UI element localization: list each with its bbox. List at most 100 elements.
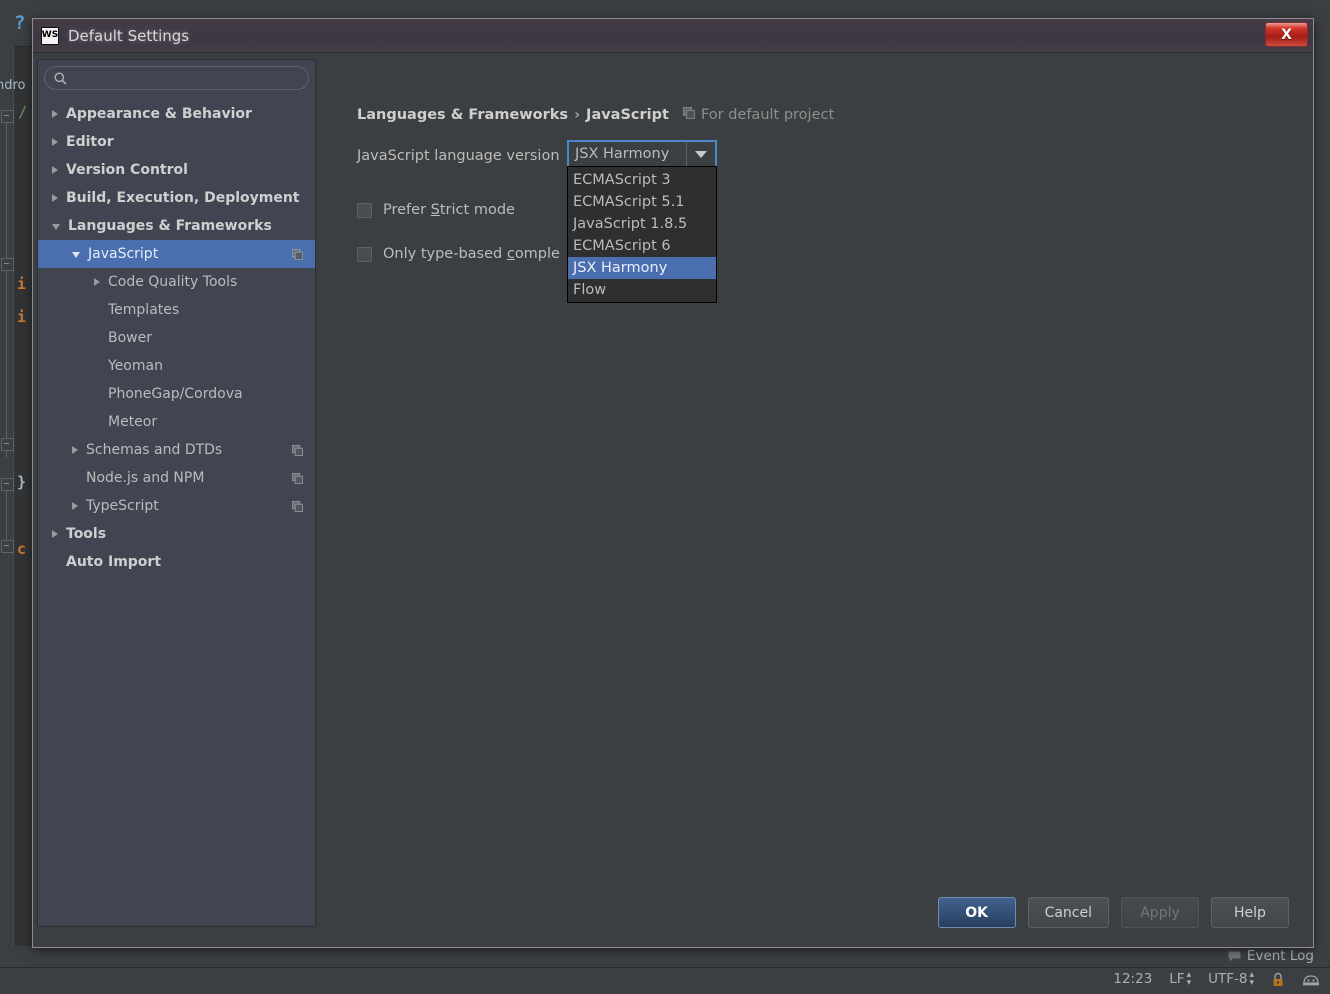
search-icon	[54, 72, 67, 85]
language-version-value: JSX Harmony	[575, 146, 670, 162]
breadcrumb-root[interactable]: Languages & Frameworks	[357, 107, 568, 123]
label-mnemonic: c	[506, 246, 515, 262]
language-version-combobox[interactable]: JSX Harmony	[567, 140, 717, 168]
dialog-title-bar[interactable]: WS Default Settings X	[33, 19, 1313, 53]
event-log-bar: Event Log	[0, 946, 1330, 968]
sidebar-item-auto-import[interactable]: Auto Import	[38, 548, 315, 576]
prefer-strict-mode-checkbox[interactable]	[357, 202, 372, 218]
webstorm-logo-label: WS	[41, 29, 59, 40]
dialog-title: Default Settings	[68, 26, 190, 45]
sidebar-item-languages-frameworks[interactable]: Languages & Frameworks	[38, 212, 315, 240]
search-box[interactable]	[44, 66, 309, 90]
sidebar-item-typescript[interactable]: TypeScript	[38, 492, 315, 520]
prefer-strict-mode-row[interactable]: Prefer Strict mode	[357, 202, 515, 218]
ok-button[interactable]: OK	[937, 897, 1016, 928]
chevron-right-icon[interactable]	[52, 530, 58, 538]
ide-gutter	[0, 46, 14, 968]
dropdown-option-ecmascript-5-1[interactable]: ECMAScript 5.1	[568, 191, 716, 213]
sidebar-item-yeoman[interactable]: Yeoman	[38, 352, 315, 380]
code-token: }	[17, 473, 27, 491]
code-token: c	[17, 540, 27, 558]
sidebar-item-version-control[interactable]: Version Control	[38, 156, 315, 184]
settings-tree: Appearance & Behavior Editor Version Contr…	[38, 98, 315, 576]
ide-editor-tab-label: ndro	[0, 78, 26, 93]
breadcrumb-separator: ›	[574, 107, 581, 123]
chevron-right-icon[interactable]	[52, 110, 58, 118]
dropdown-option-jsx-harmony[interactable]: JSX Harmony	[568, 257, 716, 279]
sidebar-item-tools[interactable]: Tools	[38, 520, 315, 548]
dialog-button-row: OK Cancel Apply Help	[937, 897, 1289, 928]
sidebar-item-appearance-behavior[interactable]: Appearance & Behavior	[38, 100, 315, 128]
sidebar-item-label: PhoneGap/Cordova	[108, 386, 243, 402]
code-fold-toggle[interactable]	[1, 540, 14, 553]
copy-scope-icon[interactable]	[292, 444, 303, 456]
event-log-button[interactable]: Event Log	[1228, 946, 1330, 964]
chevron-down-icon[interactable]	[72, 252, 80, 258]
sidebar-item-code-quality-tools[interactable]: Code Quality Tools	[38, 268, 315, 296]
settings-detail-pane: Languages & Frameworks › JavaScript For …	[325, 59, 1309, 927]
sidebar-item-templates[interactable]: Templates	[38, 296, 315, 324]
language-version-dropdown-list[interactable]: ECMAScript 3 ECMAScript 5.1 JavaScript 1.8…	[567, 166, 717, 303]
lock-icon[interactable]	[1271, 972, 1285, 987]
sidebar-item-phonegap-cordova[interactable]: PhoneGap/Cordova	[38, 380, 315, 408]
search-input[interactable]	[73, 70, 308, 86]
code-fold-line	[6, 118, 7, 258]
question-mark-icon: ?	[14, 12, 26, 34]
default-settings-dialog: WS Default Settings X Appearance & Behav…	[32, 18, 1314, 948]
chevron-right-icon[interactable]	[52, 194, 58, 202]
dropdown-option-ecmascript-3[interactable]: ECMAScript 3	[568, 169, 716, 191]
chevron-right-icon[interactable]	[72, 446, 78, 454]
chevron-right-icon[interactable]	[52, 138, 58, 146]
sidebar-item-label: Node.js and NPM	[86, 470, 205, 486]
apply-button: Apply	[1121, 897, 1199, 928]
sidebar-item-meteor[interactable]: Meteor	[38, 408, 315, 436]
code-token: i	[17, 308, 27, 326]
code-token: /	[18, 103, 28, 121]
code-fold-toggle[interactable]	[1, 438, 14, 451]
chevron-down-icon[interactable]	[52, 224, 60, 230]
status-time: 12:23	[1113, 971, 1153, 987]
chevron-right-icon[interactable]	[94, 278, 100, 286]
close-button[interactable]: X	[1265, 22, 1308, 47]
copy-scope-icon[interactable]	[682, 107, 695, 123]
code-fold-toggle[interactable]	[1, 478, 14, 491]
chevron-right-icon[interactable]	[72, 502, 78, 510]
sidebar-item-label: Bower	[108, 330, 152, 346]
hector-inspection-icon[interactable]	[1302, 972, 1320, 987]
sidebar-item-node-js-and-npm[interactable]: Node.js and NPM	[38, 464, 315, 492]
combobox-arrow-button[interactable]	[686, 142, 715, 166]
close-icon: X	[1281, 26, 1292, 43]
copy-scope-icon[interactable]	[292, 248, 303, 260]
sidebar-item-build-execution-deployment[interactable]: Build, Execution, Deployment	[38, 184, 315, 212]
dropdown-option-flow[interactable]: Flow	[568, 279, 716, 301]
dropdown-option-ecmascript-6[interactable]: ECMAScript 6	[568, 235, 716, 257]
code-fold-toggle[interactable]	[1, 258, 14, 271]
dialog-footer: OK Cancel Apply Help	[33, 892, 1313, 948]
sidebar-item-label: JavaScript	[88, 246, 159, 262]
cancel-button[interactable]: Cancel	[1027, 897, 1109, 928]
only-type-based-completion-checkbox[interactable]	[357, 246, 372, 262]
chevron-down-icon	[695, 150, 707, 158]
sidebar-item-label: Schemas and DTDs	[86, 442, 223, 458]
only-type-based-completion-row[interactable]: Only type-based comple	[357, 246, 560, 262]
breadcrumb-scope-note: For default project	[700, 107, 835, 123]
language-version-label: JavaScript language version	[357, 148, 560, 164]
chevron-right-icon[interactable]	[52, 166, 58, 174]
sidebar-item-schemas-and-dtds[interactable]: Schemas and DTDs	[38, 436, 315, 464]
sidebar-item-editor[interactable]: Editor	[38, 128, 315, 156]
code-fold-toggle[interactable]	[1, 110, 14, 123]
sidebar-item-label: Templates	[108, 302, 180, 318]
sidebar-item-label: Languages & Frameworks	[68, 218, 272, 234]
copy-scope-icon[interactable]	[292, 500, 303, 512]
status-encoding[interactable]: UTF-8 ▴ ▾	[1208, 971, 1254, 988]
help-button[interactable]: Help	[1211, 897, 1289, 928]
sidebar-item-bower[interactable]: Bower	[38, 324, 315, 352]
copy-scope-icon[interactable]	[292, 472, 303, 484]
label-part: trict mode	[439, 202, 515, 218]
sidebar-item-label: Code Quality Tools	[108, 274, 238, 290]
sidebar-item-label: Tools	[66, 526, 107, 542]
status-line-separator[interactable]: LF ▴ ▾	[1169, 971, 1191, 988]
dropdown-option-javascript-1-8-5[interactable]: JavaScript 1.8.5	[568, 213, 716, 235]
sidebar-item-javascript[interactable]: JavaScript	[38, 240, 315, 268]
code-token: i	[17, 275, 27, 293]
